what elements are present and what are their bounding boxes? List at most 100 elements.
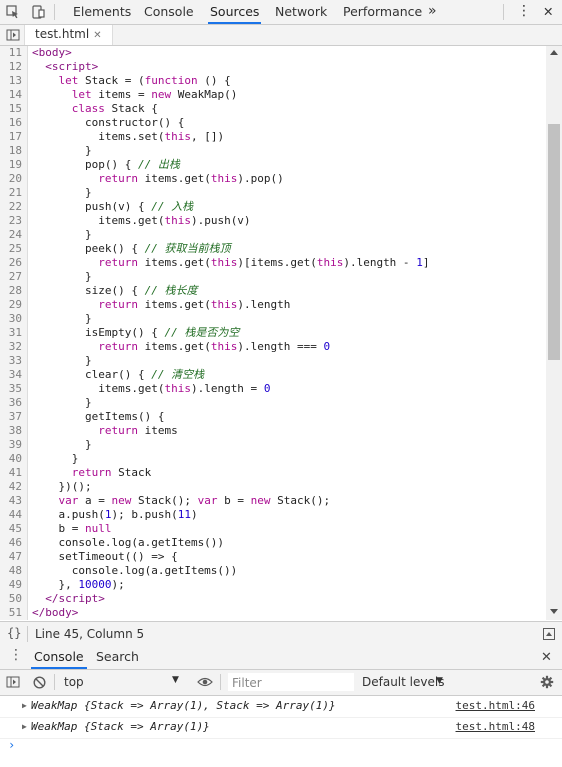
line-number[interactable]: 38 <box>0 424 22 438</box>
line-number[interactable]: 44 <box>0 508 22 522</box>
line-number[interactable]: 21 <box>0 186 22 200</box>
line-number[interactable]: 48 <box>0 564 22 578</box>
console-message[interactable]: ▶ WeakMap {Stack => Array(1)} test.html:… <box>0 717 562 739</box>
file-tab-test-html[interactable]: test.html ✕ <box>24 25 113 45</box>
tab-drawer-search[interactable]: Search <box>93 646 142 669</box>
expand-triangle-icon[interactable]: ▶ <box>22 717 27 737</box>
line-number[interactable]: 50 <box>0 592 22 606</box>
toggle-debugger-icon[interactable] <box>540 625 558 643</box>
code-text: return items <box>98 424 178 437</box>
log-levels-dropdown[interactable]: Default levels <box>362 675 444 689</box>
line-number[interactable]: 51 <box>0 606 22 620</box>
console-message-text: WeakMap {Stack => Array(1), Stack => Arr… <box>31 699 336 712</box>
live-expression-eye-icon[interactable] <box>196 673 214 691</box>
code-text: items.set(this, []) <box>32 130 225 143</box>
more-tabs-icon[interactable]: » <box>426 0 439 24</box>
line-number[interactable]: 24 <box>0 228 22 242</box>
code-text: pop() { // 出栈 <box>32 158 180 171</box>
line-number[interactable]: 46 <box>0 536 22 550</box>
line-number[interactable]: 17 <box>0 130 22 144</box>
code-text: let Stack = (function () { <box>58 74 231 87</box>
drawer-menu-icon[interactable]: ⋮ <box>9 647 23 663</box>
toggle-navigator-icon[interactable] <box>4 26 22 44</box>
code-editor[interactable]: 11 <body> 12 <script> 13 let Stack = (funct… <box>0 46 546 620</box>
console-message[interactable]: ▶ WeakMap {Stack => Array(1), Stack => A… <box>0 696 562 718</box>
filter-input[interactable]: Filter <box>228 673 354 691</box>
tab-sources[interactable]: Sources <box>208 0 262 24</box>
code-text: return items.get(this).length <box>98 298 291 311</box>
code-text: getItems() { <box>32 410 165 423</box>
levels-dropdown-icon[interactable]: ▼ <box>436 676 443 686</box>
line-number[interactable]: 11 <box>0 46 22 60</box>
tab-performance[interactable]: Performance <box>341 0 424 24</box>
close-devtools-icon[interactable]: ✕ <box>541 0 555 24</box>
line-number[interactable]: 25 <box>0 242 22 256</box>
tab-drawer-console[interactable]: Console <box>31 646 87 669</box>
pretty-print-icon[interactable]: {} <box>7 626 21 640</box>
file-tab-label: test.html <box>35 27 90 41</box>
line-number[interactable]: 12 <box>0 60 22 74</box>
code-text: peek() { // 获取当前栈顶 <box>32 242 231 255</box>
line-number[interactable]: 45 <box>0 522 22 536</box>
line-number[interactable]: 41 <box>0 466 22 480</box>
expand-triangle-icon[interactable]: ▶ <box>22 696 27 716</box>
console-toolbar: top ▼ Filter Default levels ▼ <box>0 670 562 696</box>
code-text: } <box>32 228 92 241</box>
line-number[interactable]: 28 <box>0 284 22 298</box>
code-text: } <box>32 312 92 325</box>
tab-console[interactable]: Console <box>142 0 196 24</box>
line-number[interactable]: 39 <box>0 438 22 452</box>
editor-scrollbar[interactable] <box>546 46 562 620</box>
line-number[interactable]: 23 <box>0 214 22 228</box>
line-number[interactable]: 30 <box>0 312 22 326</box>
line-number[interactable]: 42 <box>0 480 22 494</box>
line-number[interactable]: 49 <box>0 578 22 592</box>
console-prompt[interactable]: › <box>8 738 15 752</box>
code-text: constructor() { <box>32 116 185 129</box>
context-dropdown-icon[interactable]: ▼ <box>172 675 179 685</box>
cursor-position: Line 45, Column 5 <box>35 627 145 641</box>
console-message-source-link[interactable]: test.html:48 <box>456 717 535 737</box>
line-number[interactable]: 33 <box>0 354 22 368</box>
line-number[interactable]: 18 <box>0 144 22 158</box>
line-number[interactable]: 35 <box>0 382 22 396</box>
line-number[interactable]: 31 <box>0 326 22 340</box>
line-number[interactable]: 27 <box>0 270 22 284</box>
scrollbar-thumb[interactable] <box>548 124 560 360</box>
line-number[interactable]: 37 <box>0 410 22 424</box>
line-number[interactable]: 47 <box>0 550 22 564</box>
code-text: } <box>32 270 92 283</box>
context-selector[interactable]: top <box>64 675 84 689</box>
line-number[interactable]: 34 <box>0 368 22 382</box>
console-sidebar-icon[interactable] <box>4 673 22 691</box>
close-drawer-icon[interactable]: ✕ <box>541 650 552 665</box>
line-number[interactable]: 43 <box>0 494 22 508</box>
line-number[interactable]: 26 <box>0 256 22 270</box>
console-message-source-link[interactable]: test.html:46 <box>456 696 535 716</box>
line-number[interactable]: 36 <box>0 396 22 410</box>
line-number[interactable]: 40 <box>0 452 22 466</box>
line-number[interactable]: 20 <box>0 172 22 186</box>
device-toolbar-icon[interactable] <box>29 3 47 21</box>
drawer-tab-bar: ⋮ Console Search ✕ <box>0 646 562 670</box>
close-file-icon[interactable]: ✕ <box>93 30 101 41</box>
kebab-menu-icon[interactable]: ⋮ <box>515 0 533 24</box>
tab-network[interactable]: Network <box>273 0 329 24</box>
line-number[interactable]: 16 <box>0 116 22 130</box>
inspect-element-icon[interactable] <box>4 3 22 21</box>
line-number[interactable]: 15 <box>0 102 22 116</box>
line-number[interactable]: 19 <box>0 158 22 172</box>
scroll-down-icon[interactable] <box>550 609 558 614</box>
clear-console-icon[interactable] <box>30 673 48 691</box>
console-message-text: WeakMap {Stack => Array(1)} <box>31 720 210 733</box>
console-settings-gear-icon[interactable] <box>538 673 556 691</box>
tab-elements[interactable]: Elements <box>71 0 133 24</box>
line-number[interactable]: 29 <box>0 298 22 312</box>
line-number[interactable]: 32 <box>0 340 22 354</box>
line-number[interactable]: 14 <box>0 88 22 102</box>
code-text: console.log(a.getItems()) <box>32 564 238 577</box>
scroll-up-icon[interactable] <box>550 50 558 55</box>
toolbar-divider <box>54 4 55 20</box>
line-number[interactable]: 22 <box>0 200 22 214</box>
line-number[interactable]: 13 <box>0 74 22 88</box>
